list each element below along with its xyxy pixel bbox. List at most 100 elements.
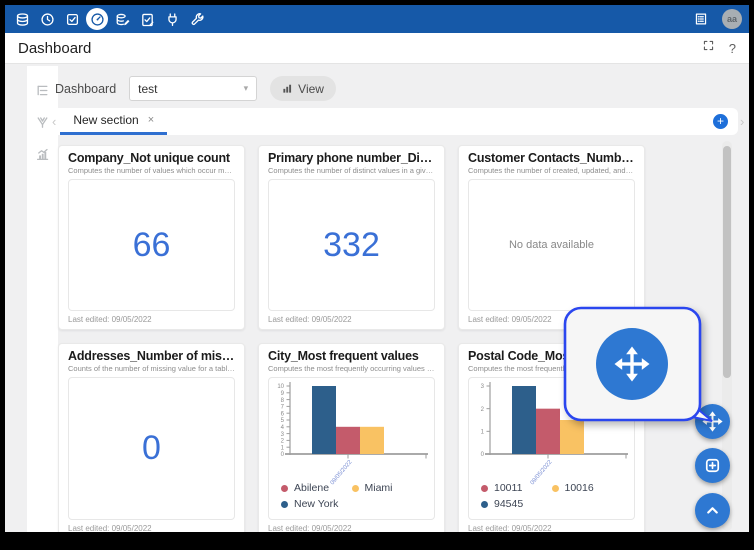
legend-item[interactable]: 10016	[551, 482, 623, 494]
screen-frame: { "colors": { "topbar": "#1659a8", "acce…	[0, 0, 754, 550]
svg-text:7: 7	[280, 405, 284, 411]
content-area: Dashboard test ▾ View ‹ New section × + …	[5, 64, 749, 532]
card-subtitle: Computes the most frequently occurring v…	[268, 364, 435, 373]
svg-text:6: 6	[280, 411, 284, 417]
data-preparation-icon[interactable]	[111, 8, 133, 30]
card-title: Addresses_Number of missing va...	[68, 349, 235, 363]
svg-text:2: 2	[280, 439, 284, 445]
add-widget-button[interactable]	[695, 448, 730, 483]
database-icon[interactable]	[11, 8, 33, 30]
left-sidebar	[27, 66, 58, 532]
svg-text:0: 0	[480, 452, 484, 458]
bar-chart-icon	[282, 83, 293, 94]
clock-icon[interactable]	[36, 8, 58, 30]
card-footer: Last edited: 09/05/2022	[68, 315, 152, 324]
card-footer: Last edited: 09/05/2022	[268, 315, 352, 324]
card-subtitle: Computes the number of values which occu…	[68, 166, 235, 175]
chevron-down-icon: ▾	[243, 83, 249, 93]
card-title: City_Most frequent values	[268, 349, 419, 363]
card-footer: Last edited: 09/05/2022	[468, 524, 552, 532]
legend-item[interactable]: 10011	[481, 482, 552, 494]
metric-value: 332	[323, 225, 380, 264]
svg-text:5: 5	[280, 418, 284, 424]
view-button-label: View	[298, 81, 324, 96]
svg-text:3: 3	[480, 384, 484, 390]
card-footer: Last edited: 09/05/2022	[468, 315, 552, 324]
avatar[interactable]: aa	[722, 9, 742, 29]
card-subtitle: Computes the most frequently occurring v…	[468, 364, 635, 373]
svg-text:8: 8	[280, 398, 284, 404]
plug-icon[interactable]	[161, 8, 183, 30]
legend-label: Miami	[364, 482, 393, 494]
move-widget-button[interactable]	[695, 404, 730, 439]
dashboard-card[interactable]: City_Most frequent values Computes the mo…	[258, 343, 445, 532]
card-panel: 0 1 2 3 09/05/2022 10011 10016 94545	[468, 377, 635, 520]
card-footer: Last edited: 09/05/2022	[68, 524, 152, 532]
dashboard-select-value: test	[138, 81, 158, 96]
svg-text:1: 1	[280, 445, 284, 451]
dashboard-card[interactable]: Postal Code_Most frequent valuesComputes…	[458, 343, 645, 532]
app-window: aa Dashboard ? Dashboard test ▾ View ‹ N…	[5, 5, 749, 532]
card-panel: 0	[68, 377, 235, 520]
tab-scroll-left-icon[interactable]: ‹	[48, 108, 60, 135]
metric-value: 66	[132, 225, 171, 264]
card-title: Postal Code_Most frequent values	[468, 349, 635, 363]
tab-scroll-right-icon[interactable]: ›	[740, 108, 744, 135]
dashboard-select[interactable]: test ▾	[129, 76, 258, 101]
svg-text:2: 2	[480, 407, 484, 413]
help-icon[interactable]: ?	[729, 41, 736, 56]
bar-chart: 012309/05/2022	[480, 382, 628, 486]
scroll-to-top-button[interactable]	[695, 493, 730, 528]
add-section-button[interactable]: +	[713, 114, 728, 129]
wrench-icon[interactable]	[186, 8, 208, 30]
cards-grid: Company_Not unique count Computes the num…	[58, 145, 645, 532]
fullscreen-icon[interactable]	[702, 39, 715, 57]
card-subtitle: Computes the number of created, updated,…	[468, 166, 635, 175]
dashboard-card[interactable]: Addresses_Number of missing va...Counts …	[58, 343, 245, 532]
legend-dot-icon	[481, 484, 488, 492]
legend-label: Abilene	[294, 482, 330, 494]
clipboard-check-icon[interactable]	[136, 8, 158, 30]
legend-item[interactable]: Abilene	[281, 482, 352, 494]
legend-dot-icon	[281, 500, 288, 508]
svg-text:0: 0	[280, 452, 284, 458]
module-nav	[11, 8, 208, 30]
chart-legend: Abilene Miami New York	[269, 482, 434, 516]
card-panel: 0 1 2 3 4 5 6 7 8 9 10 09/05/2022 Abilene Miami New Yo…	[268, 377, 435, 520]
view-button[interactable]: View	[270, 76, 336, 101]
page-title: Dashboard	[18, 39, 92, 57]
legend-dot-icon	[481, 500, 488, 508]
legend-label: 94545	[494, 498, 524, 510]
card-subtitle: Counts of the number of missing value fo…	[68, 364, 235, 373]
legend-label: New York	[294, 498, 339, 510]
tab-new-section[interactable]: New section ×	[60, 108, 168, 135]
legend-dot-icon	[551, 484, 559, 492]
chart-icon[interactable]	[35, 146, 51, 162]
bar-chart: 01234567891009/05/2022	[277, 382, 428, 486]
card-title: Primary phone number_Distinct ...	[268, 151, 435, 165]
card-panel: 66	[68, 179, 235, 311]
section-tabbar: ‹ New section × +	[48, 108, 738, 135]
page-header-actions: ?	[702, 39, 736, 57]
dashboard-card[interactable]: Company_Not unique count Computes the num…	[58, 145, 245, 330]
legend-dot-icon	[281, 484, 288, 492]
legend-item[interactable]: 94545	[481, 498, 552, 510]
legend-label: 10011	[494, 482, 523, 494]
legend-item[interactable]: Miami	[351, 482, 423, 494]
scrollbar-thumb[interactable]	[723, 146, 731, 378]
svg-text:4: 4	[280, 425, 284, 431]
svg-text:9: 9	[280, 391, 284, 397]
no-data-message: No data available	[508, 239, 594, 251]
tab-close-icon[interactable]: ×	[148, 114, 154, 126]
tree-icon[interactable]	[35, 82, 51, 98]
dashboard-toolbar: Dashboard test ▾ View	[55, 76, 336, 101]
dashboard-card[interactable]: Customer Contacts_Number of o...Computes…	[458, 145, 645, 330]
legend-item[interactable]: New York	[281, 498, 352, 510]
checklist-icon[interactable]	[61, 8, 83, 30]
topbar-right: aa	[690, 8, 745, 30]
dashboard-gauge-icon[interactable]	[86, 8, 108, 30]
task-list-icon[interactable]	[690, 8, 712, 30]
card-panel: 332	[268, 179, 435, 311]
card-panel: No data available	[468, 179, 635, 311]
dashboard-card[interactable]: Primary phone number_Distinct ...Compute…	[258, 145, 445, 330]
